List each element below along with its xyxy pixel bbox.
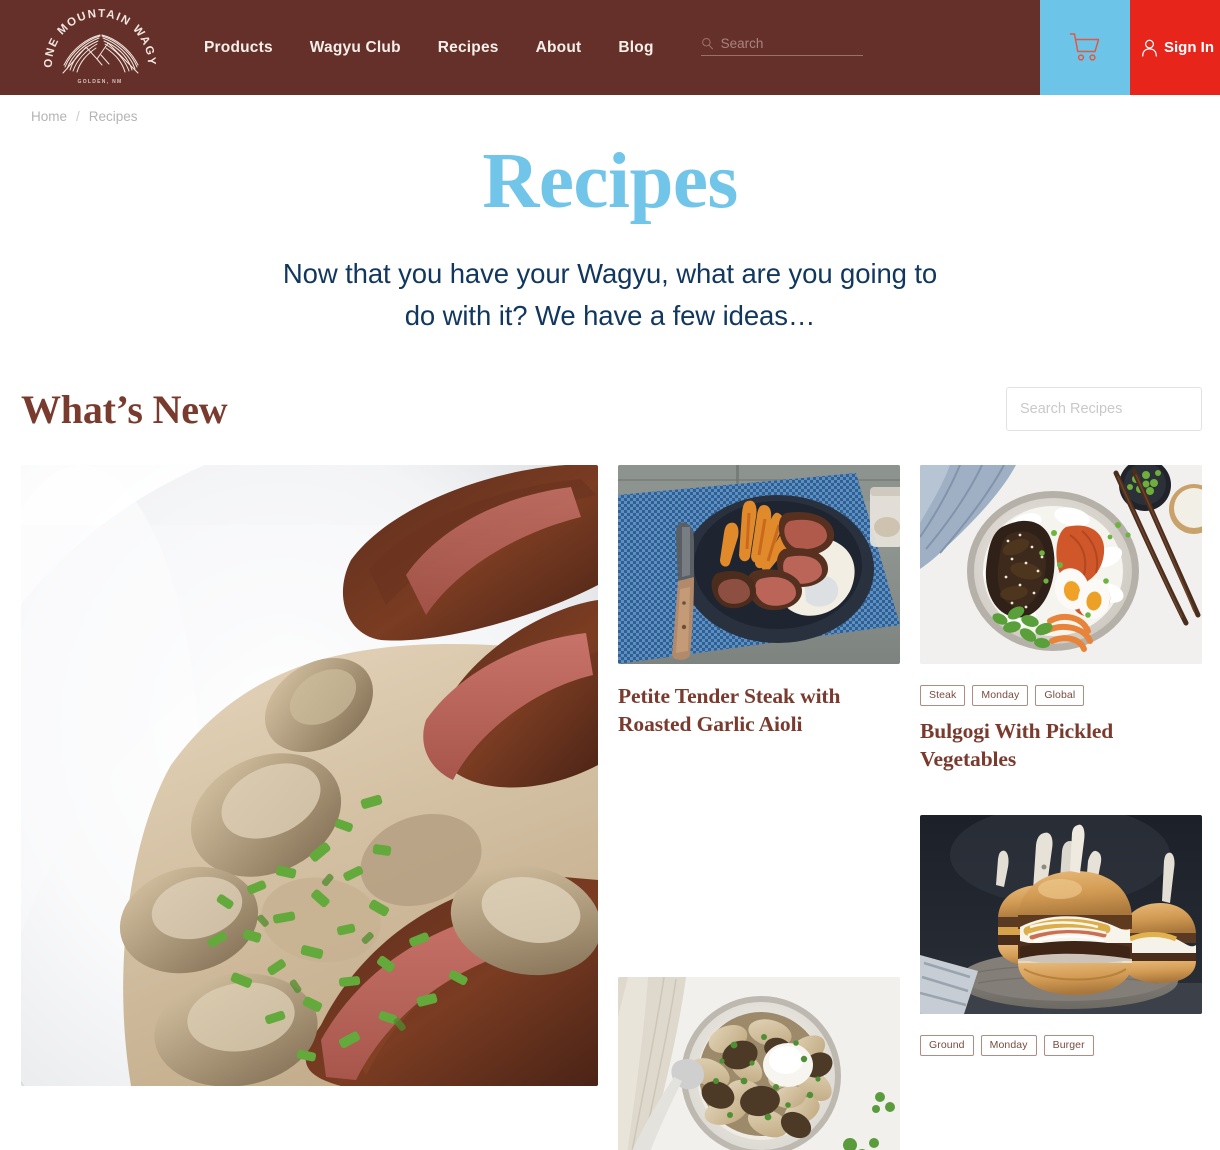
- recipe-tag[interactable]: Steak: [920, 684, 966, 706]
- header-search: [700, 0, 863, 95]
- recipes-grid: Petite Tender Steak with Roasted Garlic …: [0, 464, 1220, 1150]
- recipes-column-middle: Petite Tender Steak with Roasted Garlic …: [618, 464, 900, 1150]
- site-logo[interactable]: LONE MOUNTAIN WAGYU: [0, 0, 200, 95]
- nav-item-wagyu-club[interactable]: Wagyu Club: [310, 39, 401, 57]
- cart-button[interactable]: [1040, 0, 1130, 95]
- recipe-image: [618, 977, 900, 1150]
- user-icon: [1142, 39, 1157, 57]
- recipe-image: [618, 464, 900, 664]
- nav-item-products[interactable]: Products: [204, 39, 273, 57]
- nav-item-blog[interactable]: Blog: [618, 39, 653, 57]
- recipe-tags: Steak Monday Global: [920, 684, 1202, 706]
- beef-stroganoff-photo: [618, 977, 900, 1150]
- sign-in-button[interactable]: Sign In: [1130, 0, 1220, 95]
- recipe-tags: Ground Monday Burger: [920, 1034, 1202, 1056]
- page-subtitle: Now that you have your Wagyu, what are y…: [282, 258, 938, 331]
- header-search-input[interactable]: [720, 36, 863, 51]
- recipe-title: Petite Tender Steak with Roasted Garlic …: [618, 683, 841, 736]
- recipe-tag[interactable]: Monday: [972, 684, 1029, 706]
- search-icon: [701, 37, 713, 50]
- breadcrumb-current: Recipes: [88, 109, 138, 124]
- recipe-tag[interactable]: Burger: [1043, 1034, 1094, 1056]
- wagyu-burgers-photo: [920, 814, 1202, 1014]
- steak-mushroom-cream-photo: [21, 464, 598, 1086]
- recipe-tag[interactable]: Global: [1035, 684, 1085, 706]
- featured-recipe-image: [21, 464, 598, 1086]
- page-title: Recipes: [482, 138, 738, 225]
- recipe-image: [920, 464, 1202, 664]
- breadcrumb-separator: /: [76, 109, 80, 124]
- nav-item-about[interactable]: About: [536, 39, 582, 57]
- recipe-card-petite-tender[interactable]: Petite Tender Steak with Roasted Garlic …: [618, 464, 900, 739]
- recipe-search-input[interactable]: [1006, 387, 1202, 432]
- mountain-sunburst-logo-icon: LONE MOUNTAIN WAGYU: [39, 7, 157, 85]
- recipe-title: Bulgogi With Pickled Vegetables: [920, 718, 1114, 771]
- recipe-card-stroganoff[interactable]: Roast Monday Main: [618, 977, 900, 1150]
- nav-item-recipes[interactable]: Recipes: [438, 39, 499, 57]
- recipe-card-bulgogi[interactable]: Steak Monday Global Bulgogi With Pickled…: [920, 464, 1202, 774]
- featured-recipe-card[interactable]: [21, 464, 598, 1098]
- svg-text:LONE MOUNTAIN WAGYU: LONE MOUNTAIN WAGYU: [39, 7, 157, 68]
- petite-tender-steak-photo: [618, 464, 900, 664]
- shopping-cart-icon: [1069, 33, 1100, 61]
- bulgogi-rice-bowl-photo: [920, 464, 1202, 664]
- breadcrumb: Home / Recipes: [0, 95, 1220, 124]
- main-navigation: Products Wagyu Club Recipes About Blog: [204, 0, 654, 95]
- recipe-card-burger[interactable]: Ground Monday Burger: [920, 814, 1202, 1056]
- recipe-image: [920, 814, 1202, 1014]
- breadcrumb-home[interactable]: Home: [31, 109, 67, 124]
- recipe-tag[interactable]: Monday: [980, 1034, 1037, 1056]
- sign-in-label: Sign In: [1164, 39, 1214, 56]
- site-header: LONE MOUNTAIN WAGYU: [0, 0, 1220, 95]
- recipe-tag[interactable]: Ground: [920, 1034, 974, 1056]
- section-bar: What’s New: [0, 386, 1220, 433]
- svg-text:GOLDEN, NM: GOLDEN, NM: [78, 79, 123, 85]
- recipes-column-right: Steak Monday Global Bulgogi With Pickled…: [920, 464, 1202, 1056]
- section-title: What’s New: [21, 386, 228, 432]
